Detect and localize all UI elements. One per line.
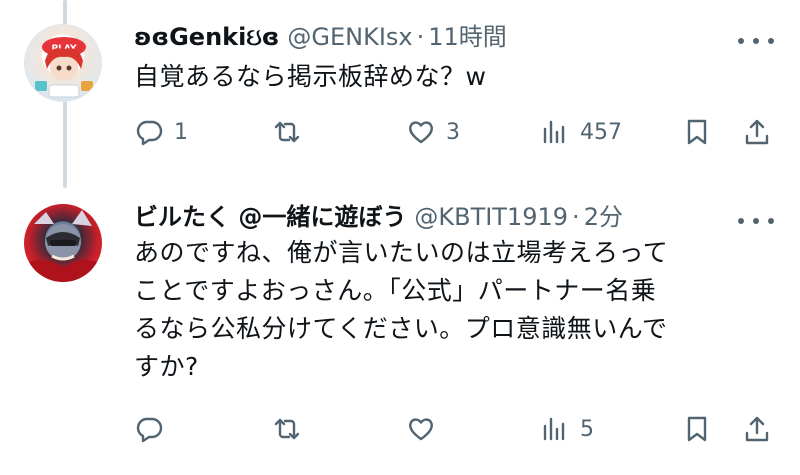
more-dots-icon[interactable] <box>738 214 774 228</box>
timestamp[interactable]: 2分 <box>584 202 623 232</box>
share-icon <box>745 119 769 145</box>
reply-bubble-icon <box>136 120 163 146</box>
avatar[interactable]: PLAY <box>24 24 102 102</box>
heart-icon <box>409 418 433 441</box>
bookmark-icon <box>687 119 707 145</box>
tweet-text: 自覚あるなら掲示板辞めな？w <box>134 58 774 96</box>
views-button[interactable]: 5 <box>540 409 594 449</box>
bookmark-icon <box>687 416 707 442</box>
views-count: 457 <box>580 119 622 145</box>
reply-count: 1 <box>174 119 188 145</box>
avatar[interactable] <box>24 204 102 282</box>
tweet-2[interactable]: ビルたく @一緒に遊ぼう @KBTIT1919 · 2分 あのですね、俺が言いた… <box>0 190 800 475</box>
tweet-text-line: 自覚あるなら掲示板辞めな？w <box>134 62 487 91</box>
tweet-header: ビルたく @一緒に遊ぼう @KBTIT1919 · 2分 <box>134 202 623 232</box>
bookmark-button[interactable] <box>682 409 712 449</box>
share-button[interactable] <box>742 409 772 449</box>
reply-button[interactable]: 1 <box>134 112 188 152</box>
action-bar: 5 <box>134 409 774 449</box>
timestamp[interactable]: 11時間 <box>428 22 507 52</box>
user-handle[interactable]: @GENKIsx <box>287 22 412 52</box>
separator-dot: · <box>416 23 425 51</box>
reply-button[interactable] <box>134 409 174 449</box>
share-button[interactable] <box>742 112 772 152</box>
reply-bubble-icon <box>136 417 163 443</box>
tweet-text-line: あのですね、俺が言いたいのは立場考えろって <box>134 238 669 267</box>
views-button[interactable]: 457 <box>540 112 622 152</box>
more-dots-icon[interactable] <box>738 34 774 48</box>
separator-dot: · <box>572 203 580 231</box>
views-bars-icon <box>543 417 565 441</box>
action-bar: 1 3 457 <box>134 112 774 152</box>
retweet-button[interactable] <box>272 112 312 152</box>
share-icon <box>745 416 769 442</box>
retweet-icon <box>274 121 300 143</box>
display-name[interactable]: ビルたく @一緒に遊ぼう <box>134 202 406 232</box>
like-count: 3 <box>446 119 460 145</box>
user-handle[interactable]: @KBTIT1919 <box>414 202 568 232</box>
views-count: 5 <box>580 416 594 442</box>
tweet-text: あのですね、俺が言いたいのは立場考えろって ことですよおっさん。「公式」パートナ… <box>134 234 774 386</box>
tweet-1[interactable]: PLAY ʚɞGenkiઇɞ @GENKIsx · 11時間 自覚あるなら掲示板… <box>0 0 800 190</box>
tweet-text-line: るなら公私分けてください。プロ意識無いんで <box>134 314 668 343</box>
tweet-text-line: すか? <box>134 352 199 381</box>
like-button[interactable]: 3 <box>406 112 460 152</box>
views-bars-icon <box>543 120 565 144</box>
retweet-button[interactable] <box>272 409 312 449</box>
display-name[interactable]: ʚɞGenkiઇɞ <box>134 22 279 52</box>
tweet-header: ʚɞGenkiઇɞ @GENKIsx · 11時間 <box>134 22 507 52</box>
bookmark-button[interactable] <box>682 112 712 152</box>
like-button[interactable] <box>406 409 446 449</box>
tweet-text-line: ことですよおっさん。「公式」パートナー名乗 <box>134 276 657 305</box>
heart-icon <box>409 121 433 144</box>
retweet-icon <box>274 418 300 440</box>
